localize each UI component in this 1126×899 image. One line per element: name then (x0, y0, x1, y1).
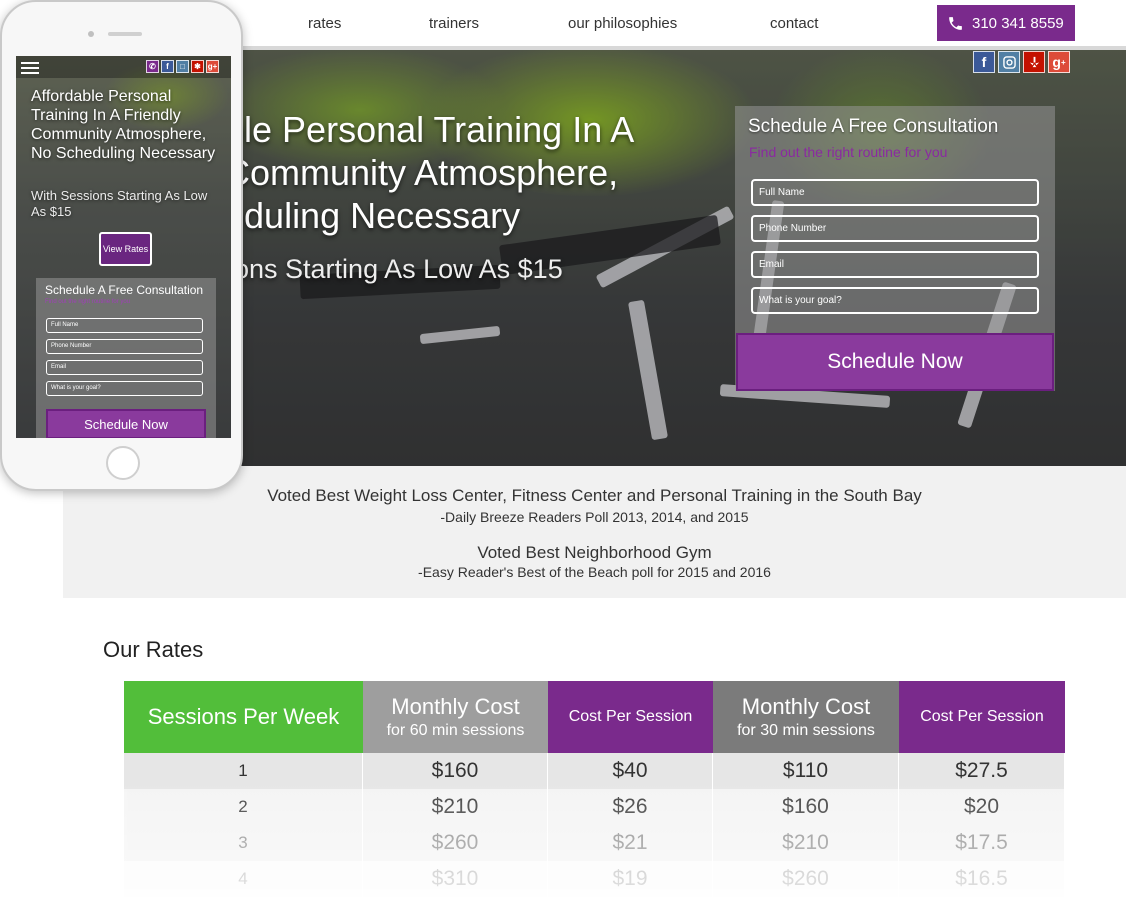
table-cell: $110 (713, 753, 899, 789)
table-cell: 3 (124, 825, 363, 861)
table-cell: $40 (548, 753, 713, 789)
table-cell: $26 (548, 789, 713, 825)
google-plus-icon[interactable]: g+ (206, 60, 219, 73)
phone-number-field[interactable]: Phone Number (751, 215, 1039, 242)
instagram-icon[interactable]: □ (176, 60, 189, 73)
landing-page-showcase: rates trainers our philosophies contact … (0, 0, 1126, 899)
header-cost-per-session-60: Cost Per Session (548, 681, 713, 753)
full-name-field[interactable]: Full Name (751, 179, 1039, 206)
mobile-social-icons: ✆ f □ ✱ g+ (146, 60, 219, 73)
rates-title: Our Rates (103, 637, 204, 662)
view-rates-button[interactable]: View Rates (99, 232, 152, 266)
schedule-now-button[interactable]: Schedule Now (736, 333, 1054, 391)
table-cell: $20 (899, 789, 1065, 825)
header-sub-label: for 30 min sessions (737, 722, 875, 739)
header-sub-label: for 60 min sessions (386, 722, 525, 739)
phone-speaker (108, 32, 142, 36)
header-cost-per-session-30: Cost Per Session (899, 681, 1065, 753)
phone-mockup: ✆ f □ ✱ g+ Affordable Personal Training … (0, 0, 243, 491)
table-row: 4 $310 $19 $260 $16.5 (124, 861, 1065, 897)
table-cell: $17.5 (899, 825, 1065, 861)
hero-headline: ble Personal Training In A Community Atm… (224, 109, 635, 236)
table-cell: $19 (548, 861, 713, 897)
consultation-subtitle: Find out the right routine for you (749, 144, 948, 160)
table-cell: $210 (713, 825, 899, 861)
phone-camera (88, 31, 94, 37)
facebook-icon[interactable]: f (973, 51, 995, 73)
mobile-full-name-field[interactable]: Full Name (46, 318, 203, 333)
table-cell: 4 (124, 861, 363, 897)
table-cell: $160 (363, 753, 548, 789)
header-main-label: Monthly Cost (741, 694, 871, 719)
phone-home-button[interactable] (106, 446, 140, 480)
table-row: 3 $260 $21 $210 $17.5 (124, 825, 1065, 861)
table-cell: $16.5 (899, 861, 1065, 897)
table-cell: $160 (713, 789, 899, 825)
goal-field[interactable]: What is your goal? (751, 287, 1039, 314)
social-icons: f g + (973, 51, 1070, 73)
email-field[interactable]: Email (751, 251, 1039, 278)
award-source: -Daily Breeze Readers Poll 2013, 2014, a… (440, 509, 749, 525)
hero-subheadline: ions Starting As Low As $15 (228, 254, 563, 284)
award-title: Voted Best Weight Loss Center, Fitness C… (267, 486, 922, 505)
rates-table: Sessions Per Week Monthly Cost for 60 mi… (124, 681, 1065, 899)
facebook-icon[interactable]: f (161, 60, 174, 73)
mobile-hero-headline: Affordable Personal Training In A Friend… (31, 88, 216, 162)
google-plus-icon[interactable]: g+ (1048, 51, 1070, 73)
mobile-phone-number-field[interactable]: Phone Number (46, 339, 203, 354)
mobile-goal-field[interactable]: What is your goal? (46, 381, 203, 396)
yelp-icon[interactable]: ✱ (191, 60, 204, 73)
header-sessions-per-week: Sessions Per Week (124, 681, 363, 753)
hamburger-menu-icon[interactable] (21, 62, 39, 75)
table-cell: 1 (124, 753, 363, 789)
table-cell: $21 (548, 825, 713, 861)
table-cell: $310 (363, 861, 548, 897)
nav-link-trainers[interactable]: trainers (429, 15, 479, 32)
award-source: -Easy Reader's Best of the Beach poll fo… (418, 564, 771, 580)
nav-link-contact[interactable]: contact (770, 15, 818, 32)
table-cell: $260 (363, 825, 548, 861)
table-row: 1 $160 $40 $110 $27.5 (124, 753, 1065, 789)
nav-link-our-philosophies[interactable]: our philosophies (568, 15, 677, 32)
consultation-form: Schedule A Free Consultation Find out th… (735, 106, 1055, 391)
mobile-screen: ✆ f □ ✱ g+ Affordable Personal Training … (16, 56, 231, 438)
table-cell: $260 (713, 861, 899, 897)
table-cell: 2 (124, 789, 363, 825)
phone-number: 310 341 8559 (972, 14, 1064, 32)
table-cell: $27.5 (899, 753, 1065, 789)
mobile-schedule-now-button[interactable]: Schedule Now (46, 409, 206, 438)
mobile-consultation-subtitle: Find out the right routine for you (45, 299, 131, 305)
mobile-hero-subheadline: With Sessions Starting As Low As $15 (31, 188, 208, 219)
phone-icon[interactable]: ✆ (146, 60, 159, 73)
table-cell: $210 (363, 789, 548, 825)
instagram-icon[interactable] (998, 51, 1020, 73)
award-title: Voted Best Neighborhood Gym (477, 543, 712, 562)
phone-icon (949, 16, 962, 30)
header-main-label: Monthly Cost (391, 694, 520, 719)
top-navigation: rates trainers our philosophies contact … (240, 0, 1126, 48)
phone-call-button[interactable]: 310 341 8559 (937, 5, 1075, 41)
header-monthly-cost-30: Monthly Cost for 30 min sessions (713, 681, 899, 753)
nav-link-rates[interactable]: rates (308, 15, 341, 32)
mobile-email-field[interactable]: Email (46, 360, 203, 375)
table-row: 2 $210 $26 $160 $20 (124, 789, 1065, 825)
consultation-title: Schedule A Free Consultation (748, 116, 999, 137)
mobile-consultation-title: Schedule A Free Consultation (45, 283, 204, 297)
header-monthly-cost-60: Monthly Cost for 60 min sessions (363, 681, 548, 753)
mobile-consultation-form: Schedule A Free Consultation Find out th… (36, 278, 216, 438)
yelp-icon[interactable] (1023, 51, 1045, 73)
